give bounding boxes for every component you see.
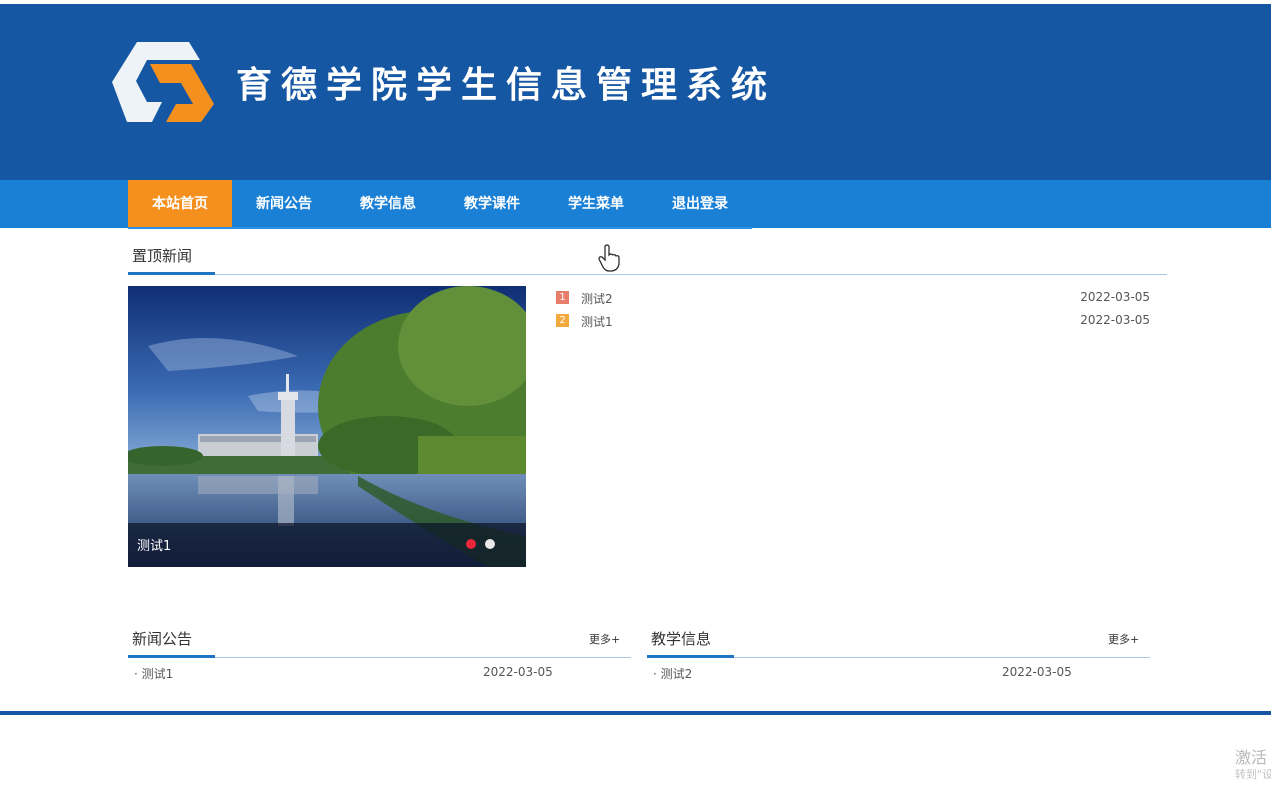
teaching-info-item-date: 2022-03-05 [1002, 665, 1072, 679]
nav-item-home[interactable]: 本站首页 [128, 180, 232, 228]
news-notice-more-link[interactable]: 更多+ [589, 631, 620, 647]
news-notice-title-bar [128, 655, 215, 658]
activation-watermark: 激活 [1235, 748, 1268, 767]
top-news-rule [128, 274, 1167, 275]
activation-watermark-sub: 转到"设 [1235, 768, 1271, 781]
top-news-item-title[interactable]: 测试2 [581, 290, 613, 307]
nav-underline [128, 227, 752, 229]
footer-line [0, 711, 1271, 715]
main-nav: 本站首页 新闻公告 教学信息 教学课件 学生菜单 退出登录 [0, 180, 1271, 228]
rank-badge: 2 [556, 314, 569, 327]
top-news-item-title[interactable]: 测试1 [581, 313, 613, 330]
news-notice-item[interactable]: · 测试1 [134, 665, 173, 682]
teaching-info-more-link[interactable]: 更多+ [1108, 631, 1139, 647]
nav-item-teaching-info[interactable]: 教学信息 [336, 180, 440, 228]
news-slider[interactable]: 测试1 [128, 286, 526, 567]
top-news-item[interactable]: 1 测试2 2022-03-05 [556, 290, 1150, 306]
school-logo-icon [112, 42, 214, 122]
slider-dot-2[interactable] [485, 539, 495, 549]
nav-item-student-menu[interactable]: 学生菜单 [544, 180, 648, 228]
news-notice-item-date: 2022-03-05 [483, 665, 553, 679]
nav-item-courseware[interactable]: 教学课件 [440, 180, 544, 228]
top-news-title: 置顶新闻 [132, 247, 193, 265]
slider-caption[interactable]: 测试1 [137, 535, 171, 554]
nav-item-logout[interactable]: 退出登录 [648, 180, 752, 228]
top-news-title-bar [128, 272, 215, 275]
nav-item-news[interactable]: 新闻公告 [232, 180, 336, 228]
slider-dot-1[interactable] [466, 539, 476, 549]
news-notice-title: 新闻公告 [132, 630, 193, 648]
rank-badge: 1 [556, 291, 569, 304]
hand-cursor-icon [598, 244, 620, 272]
teaching-info-item[interactable]: · 测试2 [653, 665, 692, 682]
top-news-item-date: 2022-03-05 [1080, 290, 1150, 304]
teaching-info-title-bar [647, 655, 734, 658]
top-news-item-date: 2022-03-05 [1080, 313, 1150, 327]
site-header: 育德学院学生信息管理系统 [0, 4, 1271, 180]
site-title: 育德学院学生信息管理系统 [236, 65, 777, 106]
teaching-info-title: 教学信息 [651, 630, 712, 648]
top-news-item[interactable]: 2 测试1 2022-03-05 [556, 313, 1150, 329]
